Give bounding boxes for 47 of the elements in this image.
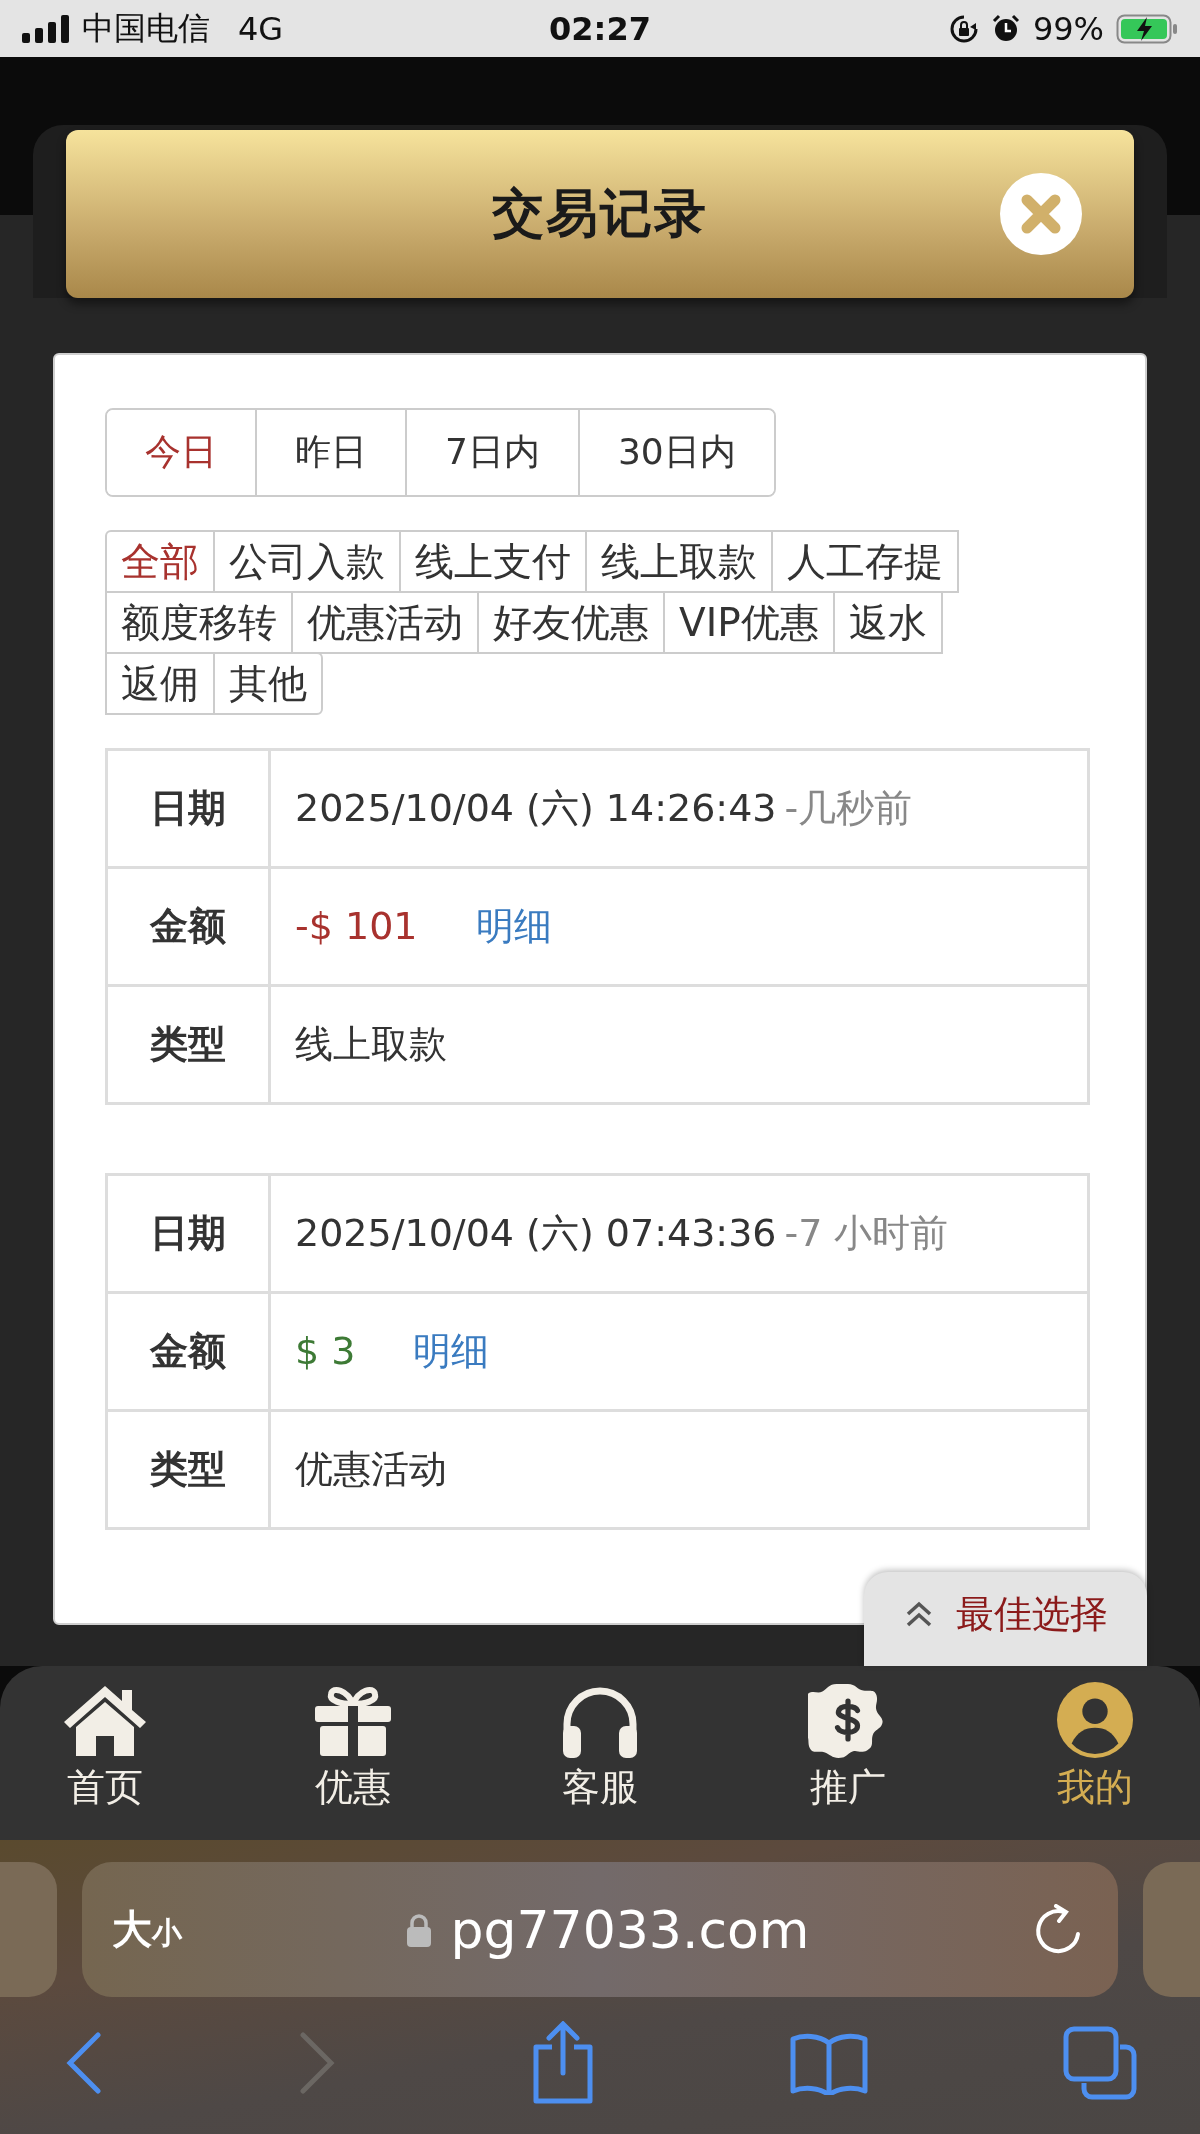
table-header-cell: 日期: [106, 749, 270, 868]
dialog-title: 交易记录: [492, 182, 708, 245]
nav-tab[interactable]: 我的: [1030, 1682, 1160, 1840]
url-text: pg77033.com: [450, 1899, 810, 1960]
book-icon[interactable]: [789, 2031, 869, 2095]
close-icon[interactable]: [1000, 173, 1082, 255]
date-text: 2025/10/04 (六) 14:26:43: [295, 785, 777, 832]
best-choice-button[interactable]: 最佳选择: [864, 1572, 1147, 1666]
nav-tab[interactable]: 优惠: [287, 1682, 418, 1840]
address-bar[interactable]: 大小 pg77033.com: [82, 1862, 1118, 1997]
category-filter[interactable]: 返佣: [105, 652, 215, 715]
table-cell: 线上取款: [269, 985, 1089, 1104]
amount-text: -$ 101: [295, 904, 418, 948]
network-type: 4G: [238, 9, 284, 48]
nav-tab[interactable]: 推广: [782, 1682, 913, 1840]
category-filter[interactable]: 其他: [213, 652, 323, 715]
user-avatar-icon: [1056, 1682, 1134, 1758]
amount-text: $ 3: [295, 1329, 356, 1373]
category-filter[interactable]: 全部: [105, 530, 215, 593]
category-filter[interactable]: 返水: [832, 591, 943, 654]
text-size-button[interactable]: 大小: [112, 1902, 182, 1957]
battery-charging-icon: [1116, 13, 1178, 44]
detail-link[interactable]: 明细: [475, 901, 552, 952]
forward-icon[interactable]: [297, 2031, 337, 2095]
nav-tab[interactable]: 首页: [40, 1682, 170, 1840]
table-header-cell: 日期: [106, 1174, 270, 1293]
back-icon[interactable]: [64, 2031, 104, 2095]
nav-tab[interactable]: 客服: [535, 1682, 665, 1840]
rotation-lock-icon: [948, 13, 979, 44]
table-header-cell: 金额: [106, 867, 270, 986]
tabs-icon[interactable]: [1062, 2025, 1138, 2101]
date-text: 2025/10/04 (六) 07:43:36: [295, 1210, 777, 1257]
table-header-cell: 金额: [106, 1292, 270, 1411]
clock-time: 02:27: [548, 9, 652, 48]
alarm-icon: [990, 13, 1021, 44]
date-tab[interactable]: 30日内: [577, 410, 774, 495]
carrier-name: 中国电信: [82, 7, 210, 49]
lock-icon: [406, 1912, 433, 1947]
table-header-cell: 类型: [106, 985, 270, 1104]
category-filter[interactable]: 人工存提: [771, 530, 959, 593]
relative-time: -7 小时前: [784, 1210, 949, 1257]
battery-percent: 99%: [1032, 9, 1104, 48]
table-cell: 优惠活动: [269, 1410, 1089, 1529]
table-header-cell: 类型: [106, 1410, 270, 1529]
relative-time: -几秒前: [784, 785, 913, 832]
detail-link[interactable]: 明细: [413, 1326, 490, 1377]
signal-icon: [22, 14, 70, 43]
